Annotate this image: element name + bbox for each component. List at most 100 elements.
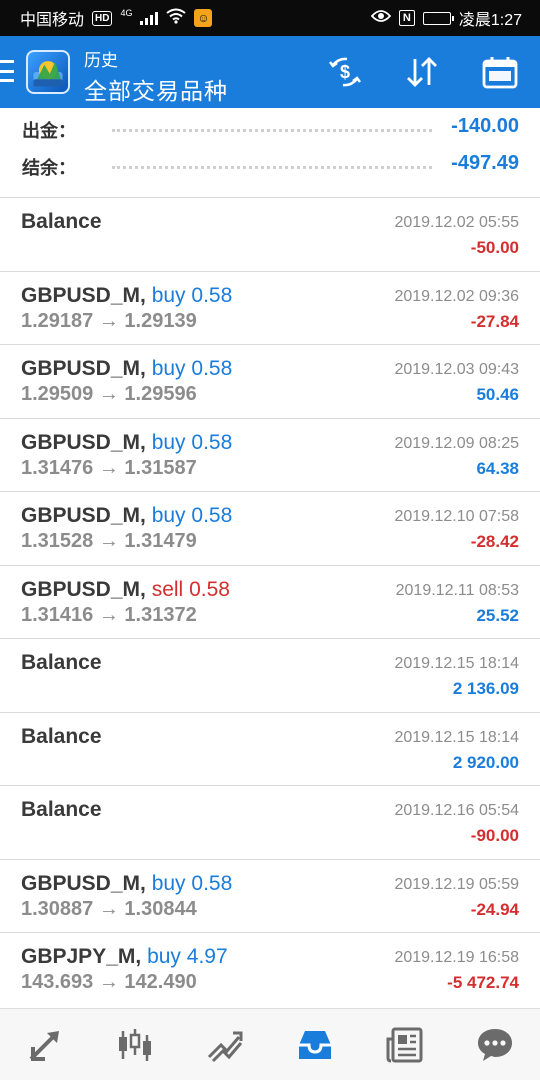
side-label: buy bbox=[151, 871, 186, 895]
calendar-icon[interactable] bbox=[480, 54, 520, 90]
symbol-label: Balance bbox=[21, 798, 102, 821]
row-profit: 25.52 bbox=[476, 605, 519, 625]
symbol-label: GBPUSD_M, bbox=[21, 577, 146, 601]
history-row[interactable]: Balance 2019.12.02 05:55 -50.00 bbox=[0, 197, 540, 271]
row-time: 2019.12.11 08:53 bbox=[395, 581, 519, 599]
symbol-label: GBPUSD_M, bbox=[21, 504, 146, 527]
clock: 凌晨1:27 bbox=[458, 12, 522, 29]
row-profit: -27.84 bbox=[470, 311, 519, 331]
sort-icon[interactable] bbox=[402, 54, 442, 90]
chat-icon[interactable] bbox=[465, 1015, 525, 1075]
history-row[interactable]: GBPUSD_M, buy 0.58 1.31476 → 1.31587 2019.… bbox=[0, 417, 540, 492]
trade-side: buy 4.97 bbox=[141, 945, 228, 968]
menu-icon[interactable] bbox=[0, 58, 14, 84]
history-row[interactable]: GBPJPY_M, buy 4.97 143.693 → 142.490 2019.… bbox=[0, 932, 540, 1006]
row-title: GBPUSD_M, buy 0.58 bbox=[21, 284, 232, 308]
price-range: 143.693 → 142.490 bbox=[21, 971, 197, 993]
summary-value: -497.49 bbox=[451, 152, 519, 174]
row-title: Balance bbox=[21, 210, 102, 234]
volume-label: 0.58 bbox=[191, 871, 233, 895]
side-label: buy bbox=[151, 430, 186, 454]
volume-label: 0.58 bbox=[191, 504, 233, 527]
price-range: 1.31416 → 1.31372 bbox=[21, 603, 197, 626]
side-label: buy bbox=[151, 504, 186, 527]
history-row[interactable]: Balance 2019.12.16 05:54 -90.00 bbox=[0, 785, 540, 859]
row-title: GBPJPY_M, buy 4.97 bbox=[21, 945, 228, 969]
row-time: 2019.12.16 05:54 bbox=[394, 802, 519, 819]
volume-label: 0.58 bbox=[191, 430, 233, 454]
history-inbox-icon[interactable] bbox=[285, 1015, 345, 1075]
row-profit: 50.46 bbox=[476, 385, 519, 404]
row-profit: -5 472.74 bbox=[447, 973, 519, 992]
history-row[interactable]: GBPUSD_M, buy 0.58 1.30887 → 1.30844 2019.… bbox=[0, 858, 540, 933]
symbol-label: Balance bbox=[21, 210, 102, 233]
symbol-label: Balance bbox=[21, 724, 102, 748]
row-time: 2019.12.09 08:25 bbox=[394, 434, 519, 452]
row-title: GBPUSD_M, buy 0.58 bbox=[21, 504, 232, 528]
trade-side: buy 0.58 bbox=[146, 871, 233, 895]
trade-icon[interactable] bbox=[195, 1015, 255, 1075]
trade-side: buy 0.58 bbox=[146, 504, 233, 527]
row-time: 2019.12.19 05:59 bbox=[394, 875, 519, 893]
nfc-icon: N bbox=[398, 10, 415, 26]
row-profit: 2 136.09 bbox=[452, 679, 519, 698]
volume-label: 0.58 bbox=[191, 357, 233, 380]
symbol-label: GBPUSD_M, bbox=[21, 430, 146, 454]
row-profit: 2 920.00 bbox=[452, 752, 519, 772]
volume-label: 0.58 bbox=[189, 577, 230, 601]
history-row[interactable]: GBPUSD_M, buy 0.58 1.29187 → 1.29139 2019.… bbox=[0, 270, 540, 345]
summary-value: -140.00 bbox=[451, 115, 519, 137]
deposit-currency-icon[interactable]: $ bbox=[325, 54, 365, 90]
app-logo bbox=[26, 50, 70, 94]
side-label: sell bbox=[151, 577, 184, 601]
status-right: N 凌晨1:27 bbox=[370, 6, 522, 30]
app-bar: 历史 全部交易品种 $ bbox=[0, 36, 540, 108]
summary-label: 出金： bbox=[22, 121, 76, 141]
history-row[interactable]: Balance 2019.12.15 18:14 2 920.00 bbox=[0, 711, 540, 786]
svg-text:$: $ bbox=[340, 62, 350, 82]
summary-withdrawal: 出金： -140.00 bbox=[0, 111, 540, 147]
signal-strength-icon bbox=[140, 11, 159, 25]
row-title: GBPUSD_M, buy 0.58 bbox=[21, 431, 232, 455]
carrier-label: 中国移动 bbox=[20, 12, 85, 29]
row-profit: 64.38 bbox=[476, 458, 519, 478]
row-time: 2019.12.02 05:55 bbox=[394, 214, 519, 231]
quotes-icon[interactable] bbox=[15, 1015, 75, 1075]
dotted-leader bbox=[112, 129, 432, 132]
trade-side: buy 0.58 bbox=[146, 357, 233, 380]
row-profit: -90.00 bbox=[470, 826, 519, 845]
row-time: 2019.12.15 18:14 bbox=[394, 655, 519, 672]
row-title: Balance bbox=[21, 651, 102, 675]
page-title: 历史 bbox=[84, 51, 118, 70]
history-row[interactable]: GBPUSD_M, buy 0.58 1.31528 → 1.31479 2019.… bbox=[0, 491, 540, 565]
history-row[interactable]: GBPUSD_M, buy 0.58 1.29509 → 1.29596 2019.… bbox=[0, 344, 540, 418]
symbol-label: GBPUSD_M, bbox=[21, 283, 146, 307]
news-icon[interactable] bbox=[375, 1015, 435, 1075]
symbol-filter[interactable]: 全部交易品种 bbox=[84, 72, 228, 106]
battery-icon bbox=[422, 11, 454, 25]
history-row[interactable]: Balance 2019.12.15 18:14 2 136.09 bbox=[0, 638, 540, 712]
chart-candles-icon[interactable] bbox=[105, 1015, 165, 1075]
row-title: GBPUSD_M, buy 0.58 bbox=[21, 872, 232, 896]
price-range: 1.29509 → 1.29596 bbox=[21, 383, 197, 405]
status-bar: 中国移动 HD 4G ☺ N 凌晨1:27 bbox=[0, 0, 540, 36]
symbol-label: GBPUSD_M, bbox=[21, 357, 146, 380]
row-title: GBPUSD_M, buy 0.58 bbox=[21, 357, 232, 381]
row-time: 2019.12.15 18:14 bbox=[394, 728, 519, 746]
trade-side: buy 0.58 bbox=[146, 430, 233, 454]
history-row[interactable]: GBPUSD_M, sell 0.58 1.31416 → 1.31372 2019… bbox=[0, 564, 540, 639]
row-title: Balance bbox=[21, 798, 102, 822]
row-title: Balance bbox=[21, 725, 102, 749]
row-time: 2019.12.10 07:58 bbox=[394, 508, 519, 525]
side-label: buy bbox=[147, 945, 181, 968]
summary-label: 结余： bbox=[22, 158, 76, 178]
row-profit: -50.00 bbox=[470, 238, 519, 257]
trade-side: sell 0.58 bbox=[146, 578, 230, 601]
row-profit: -28.42 bbox=[470, 532, 519, 551]
status-left: 中国移动 HD 4G ☺ bbox=[20, 6, 213, 30]
symbol-label: GBPJPY_M, bbox=[21, 945, 142, 968]
symbol-label: GBPUSD_M, bbox=[21, 871, 146, 895]
summary-balance: 结余： -497.49 bbox=[0, 148, 540, 184]
volume-label: 0.58 bbox=[191, 283, 233, 307]
volume-label: 4.97 bbox=[186, 945, 228, 968]
